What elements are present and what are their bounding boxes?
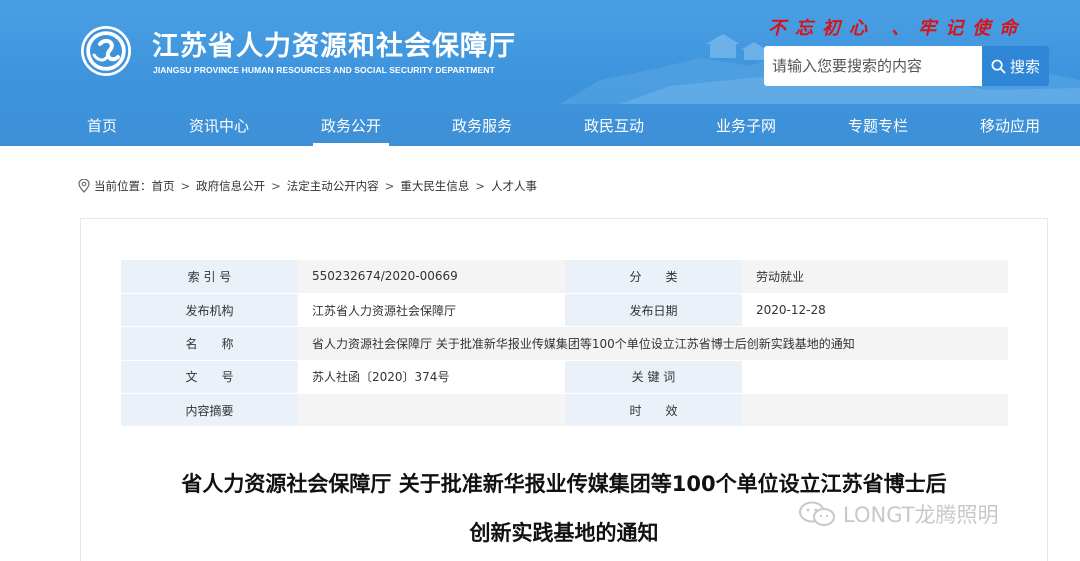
slogan: 不忘初心 、牢记使命 — [768, 18, 1027, 39]
table-row: 索 引 号 550232674/2020-00669 分 类 劳动就业 — [121, 260, 1008, 294]
meta-label-doc-number: 文 号 — [121, 360, 298, 395]
table-row: 内容摘要 时 效 — [121, 393, 1008, 428]
meta-value-doc-number: 苏人社函〔2020〕374号 — [298, 360, 565, 395]
breadcrumb-separator: > — [180, 179, 191, 193]
meta-label-name: 名 称 — [121, 326, 298, 361]
meta-value-keywords — [742, 360, 1008, 395]
breadcrumb: 当前位置： 首页 > 政府信息公开 > 法定主动公开内容 > 重大民生信息 > … — [78, 178, 537, 194]
location-pin-icon — [78, 179, 90, 193]
department-logo-icon[interactable] — [80, 25, 132, 77]
meta-value-publisher: 江苏省人力资源社会保障厅 — [298, 293, 565, 328]
table-row: 发布机构 江苏省人力资源社会保障厅 发布日期 2020-12-28 — [121, 293, 1008, 328]
meta-label-validity: 时 效 — [565, 393, 742, 428]
site-subtitle: JIANGSU PROVINCE HUMAN RESOURCES AND SOC… — [153, 65, 495, 75]
meta-value-summary — [298, 393, 565, 428]
nav-item-gov-info[interactable]: 政务公开 — [313, 104, 389, 146]
meta-label-publish-date: 发布日期 — [565, 293, 742, 328]
site-title[interactable]: 江苏省人力资源和社会保障厅 — [152, 24, 516, 63]
meta-value-name: 省人力资源社会保障厅 关于批准新华报业传媒集团等100个单位设立江苏省博士后创新… — [298, 326, 1008, 361]
main-nav: 首页 资讯中心 政务公开 政务服务 政民互动 业务子网 专题专栏 移动应用 — [0, 104, 1080, 146]
breadcrumb-item-statutory[interactable]: 法定主动公开内容 — [287, 178, 379, 194]
document-title-line-1: 省人力资源社会保障厅 关于批准新华报业传媒集团等100个单位设立江苏省博士后 — [181, 472, 947, 496]
watermark-text: LONGT龙腾照明 — [843, 503, 999, 527]
search-input[interactable] — [764, 46, 982, 86]
nav-item-interaction[interactable]: 政民互动 — [578, 104, 650, 146]
breadcrumb-separator: > — [271, 179, 281, 193]
breadcrumb-prefix: 当前位置： — [94, 179, 152, 193]
nav-item-sub-sites[interactable]: 业务子网 — [710, 104, 782, 146]
meta-label-keywords: 关 键 词 — [565, 360, 742, 395]
meta-value-index: 550232674/2020-00669 — [298, 260, 565, 294]
nav-item-mobile[interactable]: 移动应用 — [974, 104, 1046, 146]
meta-label-publisher: 发布机构 — [121, 293, 298, 328]
breadcrumb-separator: > — [384, 179, 395, 193]
meta-value-publish-date: 2020-12-28 — [742, 293, 1008, 328]
nav-item-topics[interactable]: 专题专栏 — [842, 104, 914, 146]
document-meta-table: 索 引 号 550232674/2020-00669 分 类 劳动就业 发布机构… — [121, 260, 1008, 428]
table-row: 文 号 苏人社函〔2020〕374号 关 键 词 — [121, 360, 1008, 395]
meta-value-category: 劳动就业 — [742, 260, 1008, 294]
meta-value-validity — [742, 393, 1008, 428]
nav-item-gov-service[interactable]: 政务服务 — [446, 104, 518, 146]
wechat-icon — [799, 501, 835, 526]
breadcrumb-item-livelihood[interactable]: 重大民生信息 — [400, 178, 469, 194]
breadcrumb-item-gov-info[interactable]: 政府信息公开 — [196, 178, 265, 194]
nav-item-home[interactable]: 首页 — [72, 104, 132, 146]
watermark: LONGT龙腾照明 — [797, 499, 999, 529]
breadcrumb-item-talent[interactable]: 人才人事 — [491, 178, 537, 194]
meta-label-summary: 内容摘要 — [121, 393, 298, 428]
search-button-label: 搜索 — [1009, 58, 1040, 76]
table-row: 名 称 省人力资源社会保障厅 关于批准新华报业传媒集团等100个单位设立江苏省博… — [121, 326, 1008, 361]
nav-item-news[interactable]: 资讯中心 — [184, 104, 254, 146]
search-icon — [991, 59, 1006, 73]
site-header: 江苏省人力资源和社会保障厅 JIANGSU PROVINCE HUMAN RES… — [0, 0, 1080, 146]
meta-label-category: 分 类 — [565, 260, 742, 294]
breadcrumb-separator: > — [475, 179, 486, 193]
breadcrumb-item-home[interactable]: 首页 — [152, 178, 175, 194]
search-button[interactable]: 搜索 — [982, 46, 1049, 86]
meta-label-index: 索 引 号 — [121, 260, 298, 294]
